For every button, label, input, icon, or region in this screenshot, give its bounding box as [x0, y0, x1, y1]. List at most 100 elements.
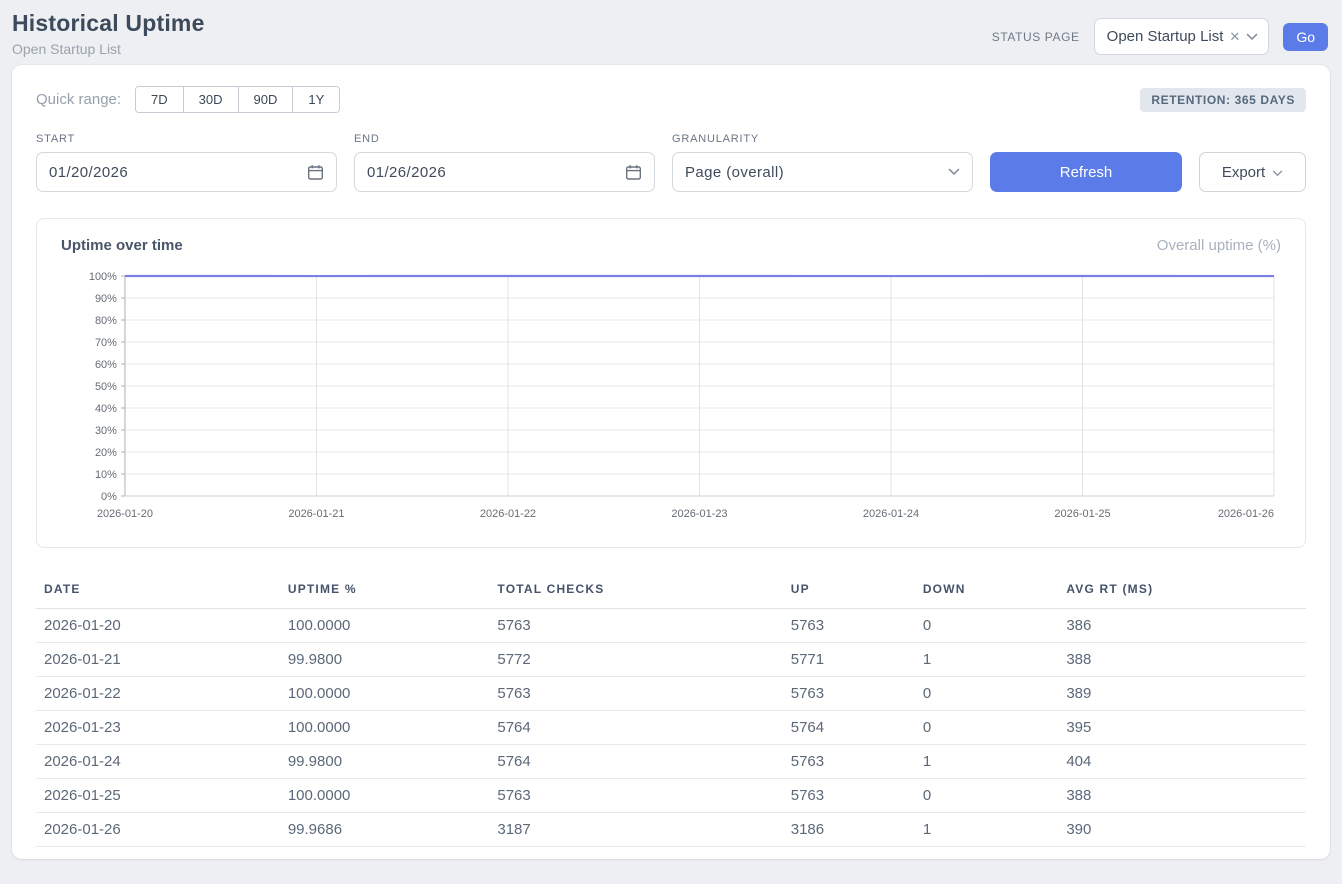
- svg-text:60%: 60%: [95, 359, 117, 371]
- table-cell: 388: [1058, 779, 1306, 813]
- quick-range-group: Quick range: 7D 30D 90D 1Y: [36, 86, 340, 113]
- table-cell: 99.9686: [280, 813, 490, 847]
- header-titles: Historical Uptime Open Startup List: [12, 10, 205, 57]
- table-row: 2026-01-2499.9800576457631404: [36, 745, 1306, 779]
- table-cell: 3187: [489, 813, 782, 847]
- end-date-label: END: [354, 133, 655, 145]
- table-cell: 5764: [783, 711, 915, 745]
- table-cell: 388: [1058, 643, 1306, 677]
- column-header-up: UP: [783, 572, 915, 609]
- filter-form-row: START 01/20/2026 END 01/26/2026: [36, 133, 1306, 192]
- table-cell: 100.0000: [280, 609, 490, 643]
- export-button[interactable]: Export: [1199, 152, 1306, 192]
- quick-range-7d-button[interactable]: 7D: [136, 87, 183, 112]
- page-header: Historical Uptime Open Startup List STAT…: [0, 0, 1342, 65]
- table-cell: 2026-01-25: [36, 779, 280, 813]
- table-cell: 0: [915, 711, 1059, 745]
- status-page-selected-value: Open Startup List: [1107, 28, 1224, 45]
- refresh-button[interactable]: Refresh: [990, 152, 1182, 192]
- svg-text:40%: 40%: [95, 403, 117, 415]
- uptime-chart-card: Uptime over time Overall uptime (%) 0% 10…: [36, 218, 1306, 548]
- table-cell: 5763: [783, 779, 915, 813]
- quick-range-label: Quick range:: [36, 91, 121, 108]
- table-cell: 5764: [489, 745, 782, 779]
- start-date-field-wrap: START 01/20/2026: [36, 133, 337, 192]
- table-cell: 2026-01-26: [36, 813, 280, 847]
- table-cell: 5772: [489, 643, 782, 677]
- quick-range-buttons: 7D 30D 90D 1Y: [135, 86, 340, 113]
- table-cell: 1: [915, 813, 1059, 847]
- table-cell: 5771: [783, 643, 915, 677]
- table-cell: 389: [1058, 677, 1306, 711]
- column-header-avg-rt: AVG RT (MS): [1058, 572, 1306, 609]
- table-cell: 1: [915, 745, 1059, 779]
- uptime-table: DATE UPTIME % TOTAL CHECKS UP DOWN AVG R…: [36, 572, 1306, 847]
- svg-text:70%: 70%: [95, 337, 117, 349]
- quick-range-90d-button[interactable]: 90D: [238, 87, 293, 112]
- svg-text:80%: 80%: [95, 315, 117, 327]
- header-actions: STATUS PAGE Open Startup List ✕ Go: [992, 18, 1328, 55]
- export-button-label: Export: [1222, 164, 1265, 181]
- page-title: Historical Uptime: [12, 10, 205, 37]
- svg-text:2026-01-21: 2026-01-21: [288, 508, 344, 520]
- table-cell: 5763: [783, 745, 915, 779]
- end-date-input[interactable]: 01/26/2026: [354, 152, 655, 192]
- table-cell: 5763: [489, 779, 782, 813]
- svg-text:50%: 50%: [95, 381, 117, 393]
- svg-text:2026-01-20: 2026-01-20: [97, 508, 153, 520]
- table-row: 2026-01-2699.9686318731861390: [36, 813, 1306, 847]
- table-row: 2026-01-22100.0000576357630389: [36, 677, 1306, 711]
- table-cell: 395: [1058, 711, 1306, 745]
- svg-text:10%: 10%: [95, 469, 117, 481]
- table-cell: 0: [915, 609, 1059, 643]
- table-cell: 2026-01-23: [36, 711, 280, 745]
- uptime-table-body: 2026-01-20100.00005763576303862026-01-21…: [36, 609, 1306, 847]
- table-cell: 100.0000: [280, 779, 490, 813]
- table-row: 2026-01-25100.0000576357630388: [36, 779, 1306, 813]
- quick-range-30d-button[interactable]: 30D: [183, 87, 238, 112]
- granularity-label: GRANULARITY: [672, 133, 973, 145]
- table-cell: 0: [915, 779, 1059, 813]
- uptime-table-head: DATE UPTIME % TOTAL CHECKS UP DOWN AVG R…: [36, 572, 1306, 609]
- svg-text:2026-01-26: 2026-01-26: [1218, 508, 1274, 520]
- page-subtitle: Open Startup List: [12, 41, 205, 57]
- table-cell: 5763: [489, 609, 782, 643]
- table-cell: 99.9800: [280, 745, 490, 779]
- calendar-icon[interactable]: [625, 164, 642, 181]
- table-cell: 5763: [783, 609, 915, 643]
- chart-header: Uptime over time Overall uptime (%): [59, 237, 1283, 266]
- granularity-select[interactable]: Page (overall): [672, 152, 973, 192]
- chevron-down-icon: [1246, 28, 1258, 46]
- go-button[interactable]: Go: [1283, 23, 1328, 51]
- table-cell: 5763: [489, 677, 782, 711]
- calendar-icon[interactable]: [307, 164, 324, 181]
- svg-text:2026-01-22: 2026-01-22: [480, 508, 536, 520]
- table-cell: 100.0000: [280, 677, 490, 711]
- clear-selection-icon[interactable]: ✕: [1229, 30, 1240, 43]
- chart-title: Uptime over time: [61, 237, 183, 254]
- start-date-input[interactable]: 01/20/2026: [36, 152, 337, 192]
- table-header-row: DATE UPTIME % TOTAL CHECKS UP DOWN AVG R…: [36, 572, 1306, 609]
- table-row: 2026-01-20100.0000576357630386: [36, 609, 1306, 643]
- table-cell: 2026-01-21: [36, 643, 280, 677]
- svg-text:2026-01-23: 2026-01-23: [671, 508, 727, 520]
- table-cell: 5763: [783, 677, 915, 711]
- column-header-date: DATE: [36, 572, 280, 609]
- status-page-select[interactable]: Open Startup List ✕: [1094, 18, 1270, 55]
- quick-range-1y-button[interactable]: 1Y: [292, 87, 339, 112]
- retention-badge: RETENTION: 365 DAYS: [1140, 88, 1306, 112]
- main-panel: Quick range: 7D 30D 90D 1Y RETENTION: 36…: [12, 65, 1330, 859]
- table-cell: 390: [1058, 813, 1306, 847]
- uptime-line-chart: 0%10%20%30%40%50%60%70%80%90%100%2026-01…: [59, 266, 1283, 528]
- svg-text:90%: 90%: [95, 293, 117, 305]
- svg-text:0%: 0%: [101, 491, 117, 503]
- column-header-down: DOWN: [915, 572, 1059, 609]
- table-cell: 5764: [489, 711, 782, 745]
- start-date-value: 01/20/2026: [49, 164, 307, 181]
- granularity-selected-value: Page (overall): [685, 164, 948, 181]
- table-cell: 99.9800: [280, 643, 490, 677]
- quick-range-row: Quick range: 7D 30D 90D 1Y RETENTION: 36…: [36, 86, 1306, 113]
- table-row: 2026-01-2199.9800577257711388: [36, 643, 1306, 677]
- table-cell: 0: [915, 677, 1059, 711]
- svg-text:2026-01-24: 2026-01-24: [863, 508, 919, 520]
